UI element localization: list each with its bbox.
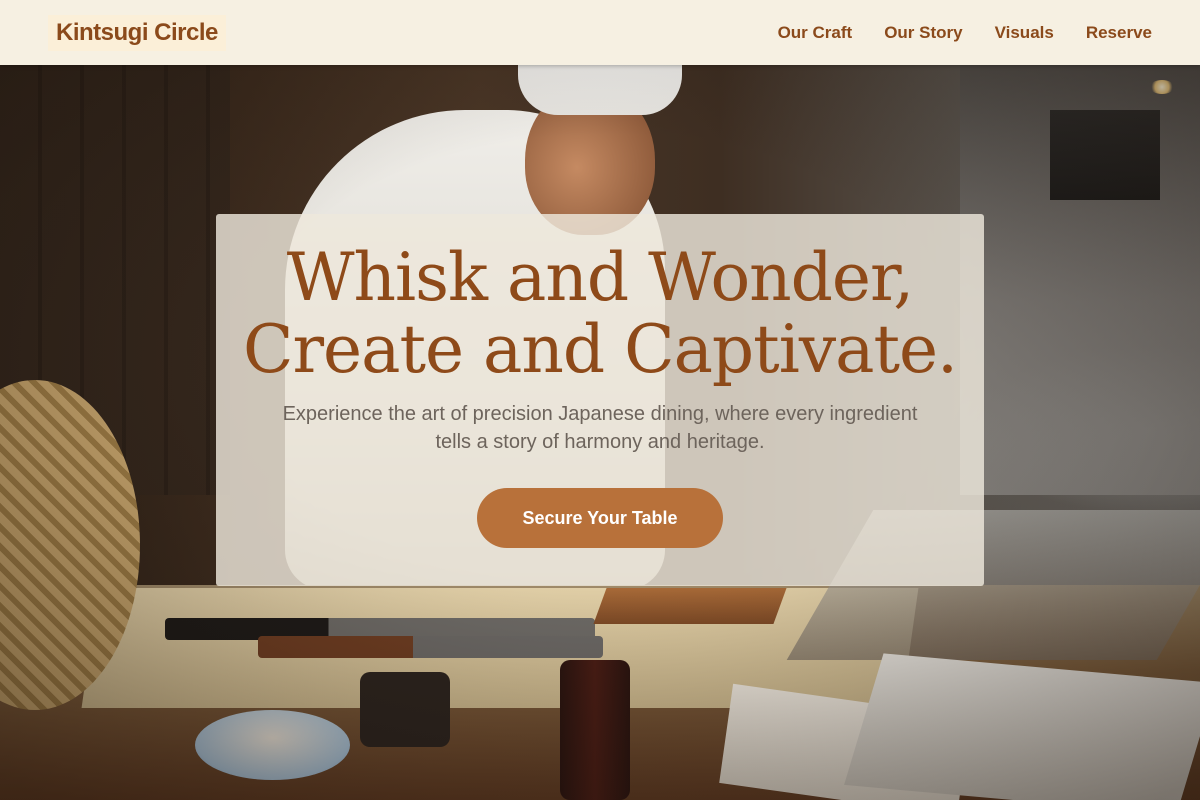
nav-links: Our Craft Our Story Visuals Reserve (778, 23, 1152, 43)
hero-headline-line-2: Create and Captivate. (242, 311, 958, 388)
hero-card: Whisk and Wonder, Create and Captivate. … (216, 214, 984, 586)
nav-link-our-craft[interactable]: Our Craft (778, 23, 853, 43)
hero-subtext: Experience the art of precision Japanese… (282, 403, 918, 453)
hero-headline: Whisk and Wonder, Create and Captivate. (242, 239, 958, 388)
brand-logo[interactable]: Kintsugi Circle (48, 14, 226, 51)
nav-link-visuals[interactable]: Visuals (995, 23, 1054, 43)
secure-table-button[interactable]: Secure Your Table (477, 488, 723, 548)
nav-link-our-story[interactable]: Our Story (884, 23, 962, 43)
nav-link-reserve[interactable]: Reserve (1086, 23, 1152, 43)
top-navbar: Kintsugi Circle Our Craft Our Story Visu… (0, 0, 1200, 65)
hero-headline-line-1: Whisk and Wonder, (286, 239, 915, 316)
